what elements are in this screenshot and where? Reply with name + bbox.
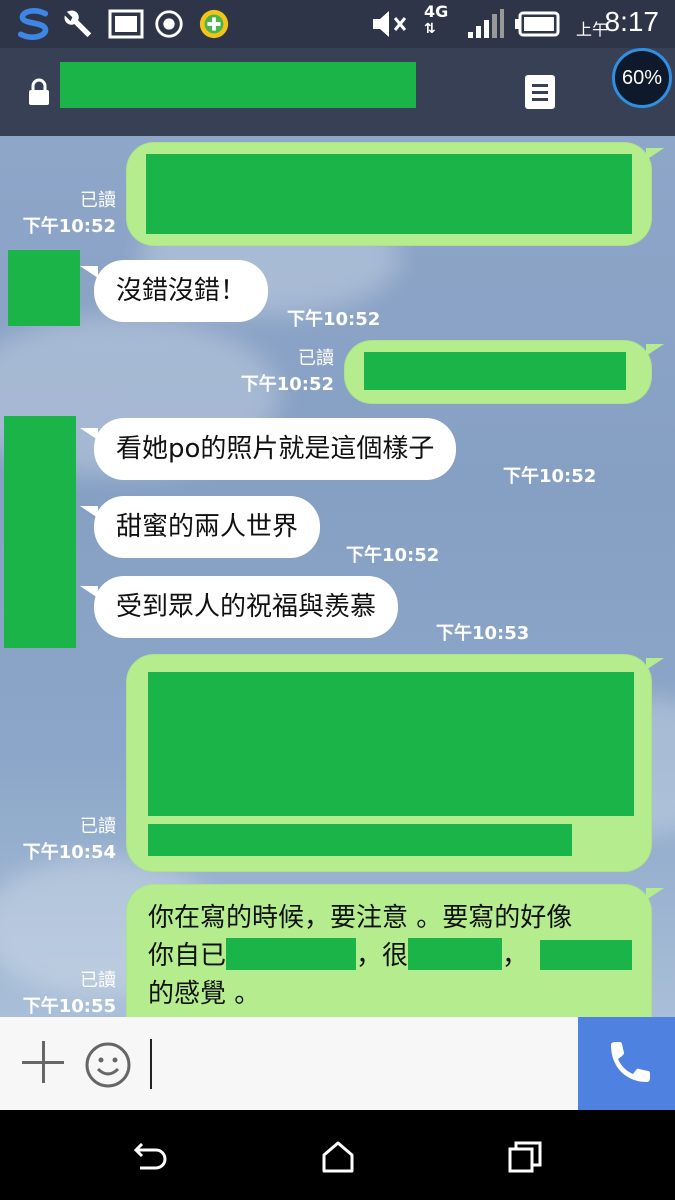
bubble-tail bbox=[646, 148, 664, 160]
bubble-tail bbox=[80, 266, 98, 278]
signal-icon bbox=[468, 9, 504, 38]
message-text: 甜蜜的兩人世界 bbox=[116, 512, 299, 542]
wrench-icon bbox=[64, 10, 92, 38]
s-logo-icon bbox=[17, 8, 49, 40]
battery-icon bbox=[515, 11, 560, 37]
incoming-message[interactable]: 沒錯沒錯！ bbox=[94, 260, 269, 322]
back-icon[interactable] bbox=[132, 1140, 170, 1174]
chat-header: 60% bbox=[0, 48, 675, 136]
read-receipt: 已讀 bbox=[80, 816, 116, 837]
read-receipt: 已讀 bbox=[298, 348, 334, 369]
message-text: 看她po的照片就是這個樣子 bbox=[116, 434, 435, 464]
outgoing-message[interactable] bbox=[126, 142, 652, 246]
system-nav-bar bbox=[0, 1110, 675, 1200]
redacted-content bbox=[148, 672, 634, 816]
outgoing-message[interactable] bbox=[126, 654, 652, 872]
read-receipt: 已讀 bbox=[80, 970, 116, 991]
message-meta: 已讀 下午10:52 bbox=[0, 188, 116, 240]
message-input-bar bbox=[0, 1017, 675, 1110]
message-input[interactable] bbox=[146, 1027, 566, 1101]
redacted-content bbox=[364, 352, 626, 390]
chat-area[interactable]: 已讀 下午10:52 沒錯沒錯！ 下午10:52 已讀 下午10:52 看她po… bbox=[0, 136, 675, 1017]
bubble-tail bbox=[646, 658, 664, 670]
outgoing-message[interactable]: 你在寫的時候，要注意 。要寫的好像 你自已 ，很 ， 的感覺 。 bbox=[126, 884, 652, 1017]
redacted-content bbox=[146, 154, 632, 234]
message-text: 受到眾人的祝福與羨慕 bbox=[116, 592, 377, 622]
avatar[interactable] bbox=[4, 416, 76, 648]
status-bar: 4G ⇅ 上午 8:17 bbox=[0, 0, 675, 48]
message-text-fragment: 你自已 bbox=[148, 941, 227, 971]
redacted-content bbox=[540, 940, 633, 970]
incoming-message[interactable]: 看她po的照片就是這個樣子 bbox=[94, 418, 457, 480]
redacted-content bbox=[148, 824, 572, 856]
call-button[interactable] bbox=[578, 1017, 675, 1110]
lock-icon bbox=[29, 78, 49, 105]
image-icon bbox=[108, 9, 144, 39]
message-meta: 已讀 下午10:55 bbox=[0, 968, 116, 1017]
bubble-tail bbox=[646, 344, 664, 356]
redacted-content bbox=[408, 938, 503, 970]
incoming-message[interactable]: 受到眾人的祝福與羨慕 bbox=[94, 576, 399, 638]
message-time: 下午10:52 bbox=[287, 309, 381, 330]
message-text-line: 你在寫的時候，要注意 。要寫的好像 bbox=[148, 903, 573, 933]
menu-icon[interactable] bbox=[525, 75, 555, 109]
message-time: 下午10:52 bbox=[22, 216, 116, 237]
message-text-line: 的感覺 。 bbox=[148, 979, 261, 1009]
plus-badge-icon bbox=[199, 9, 229, 39]
network-type: 4G ⇅ bbox=[424, 2, 449, 38]
text-caret bbox=[150, 1039, 152, 1089]
read-receipt: 已讀 bbox=[80, 190, 116, 211]
bubble-tail bbox=[646, 888, 664, 900]
message-time: 下午10:52 bbox=[240, 374, 334, 395]
battery-percent-overlay: 60% bbox=[612, 48, 672, 108]
message-meta: 已讀 下午10:54 bbox=[0, 814, 116, 866]
outgoing-message[interactable] bbox=[344, 340, 652, 404]
home-icon[interactable] bbox=[320, 1140, 356, 1174]
chat-name-redacted bbox=[60, 62, 416, 108]
message-time: 下午10:55 bbox=[22, 996, 116, 1017]
message-time: 下午10:52 bbox=[346, 545, 440, 566]
status-time: 8:17 bbox=[604, 6, 660, 37]
message-text-fragment: ，很 bbox=[356, 941, 409, 971]
redacted-content bbox=[226, 938, 357, 970]
message-text-fragment: ， bbox=[502, 941, 529, 971]
message-time: 下午10:54 bbox=[22, 842, 116, 863]
message-meta: 已讀 下午10:52 bbox=[200, 346, 334, 398]
status-ampm: 上午 bbox=[576, 20, 609, 39]
emoji-icon[interactable] bbox=[84, 1041, 132, 1089]
recents-icon[interactable] bbox=[506, 1140, 544, 1174]
message-time: 下午10:53 bbox=[436, 623, 530, 644]
message-text: 沒錯沒錯！ bbox=[116, 276, 247, 306]
mute-icon bbox=[373, 11, 407, 37]
add-icon[interactable] bbox=[14, 1031, 74, 1095]
phone-icon bbox=[611, 1042, 650, 1082]
avatar[interactable] bbox=[8, 250, 80, 326]
message-time: 下午10:52 bbox=[503, 466, 597, 487]
message-text-line: 你自已 ，很 ， bbox=[148, 938, 633, 974]
record-icon bbox=[155, 10, 183, 38]
incoming-message[interactable]: 甜蜜的兩人世界 bbox=[94, 496, 321, 558]
